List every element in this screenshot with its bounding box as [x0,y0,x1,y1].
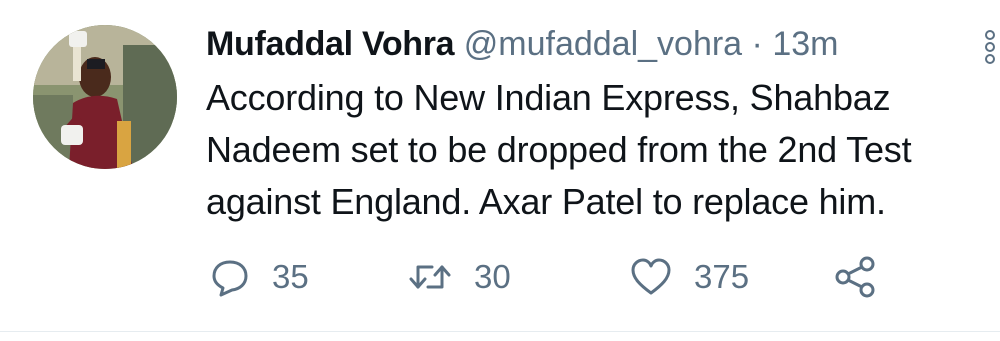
retweet-icon [409,265,451,289]
retweet-button[interactable]: 30 [408,250,511,304]
divider [0,331,1000,332]
tweet-actions: 35 30 375 [206,250,906,304]
avatar[interactable] [33,25,177,169]
share-button[interactable] [834,250,878,304]
avatar-photo [33,25,177,169]
like-button[interactable]: 375 [630,250,749,304]
author-handle[interactable]: @mufaddal_vohra [464,25,742,63]
tweet-text: According to New Indian Express, Shahbaz… [206,72,996,228]
tweet-text-line: According to New Indian Express, Shahbaz [206,77,891,118]
more-options-icon[interactable] [980,30,1000,64]
tweet-header: Mufaddal Vohra @mufaddal_vohra · 13m [206,22,838,66]
tweet-text-line: Nadeem set to be dropped from the 2nd Te… [206,129,912,170]
tweet-card[interactable]: Mufaddal Vohra @mufaddal_vohra · 13m Acc… [0,0,1000,341]
reply-count: 35 [272,258,309,295]
share-icon [835,256,875,298]
reply-button[interactable]: 35 [210,250,309,304]
tweet-text-line: against England. Axar Patel to replace h… [206,181,886,222]
author-name[interactable]: Mufaddal Vohra [206,25,455,63]
retweet-count: 30 [474,258,511,295]
tweet-timestamp[interactable]: 13m [772,25,838,63]
like-count: 375 [694,258,750,295]
heart-icon [631,258,671,295]
separator-dot: · [751,25,763,63]
reply-icon [212,260,248,297]
